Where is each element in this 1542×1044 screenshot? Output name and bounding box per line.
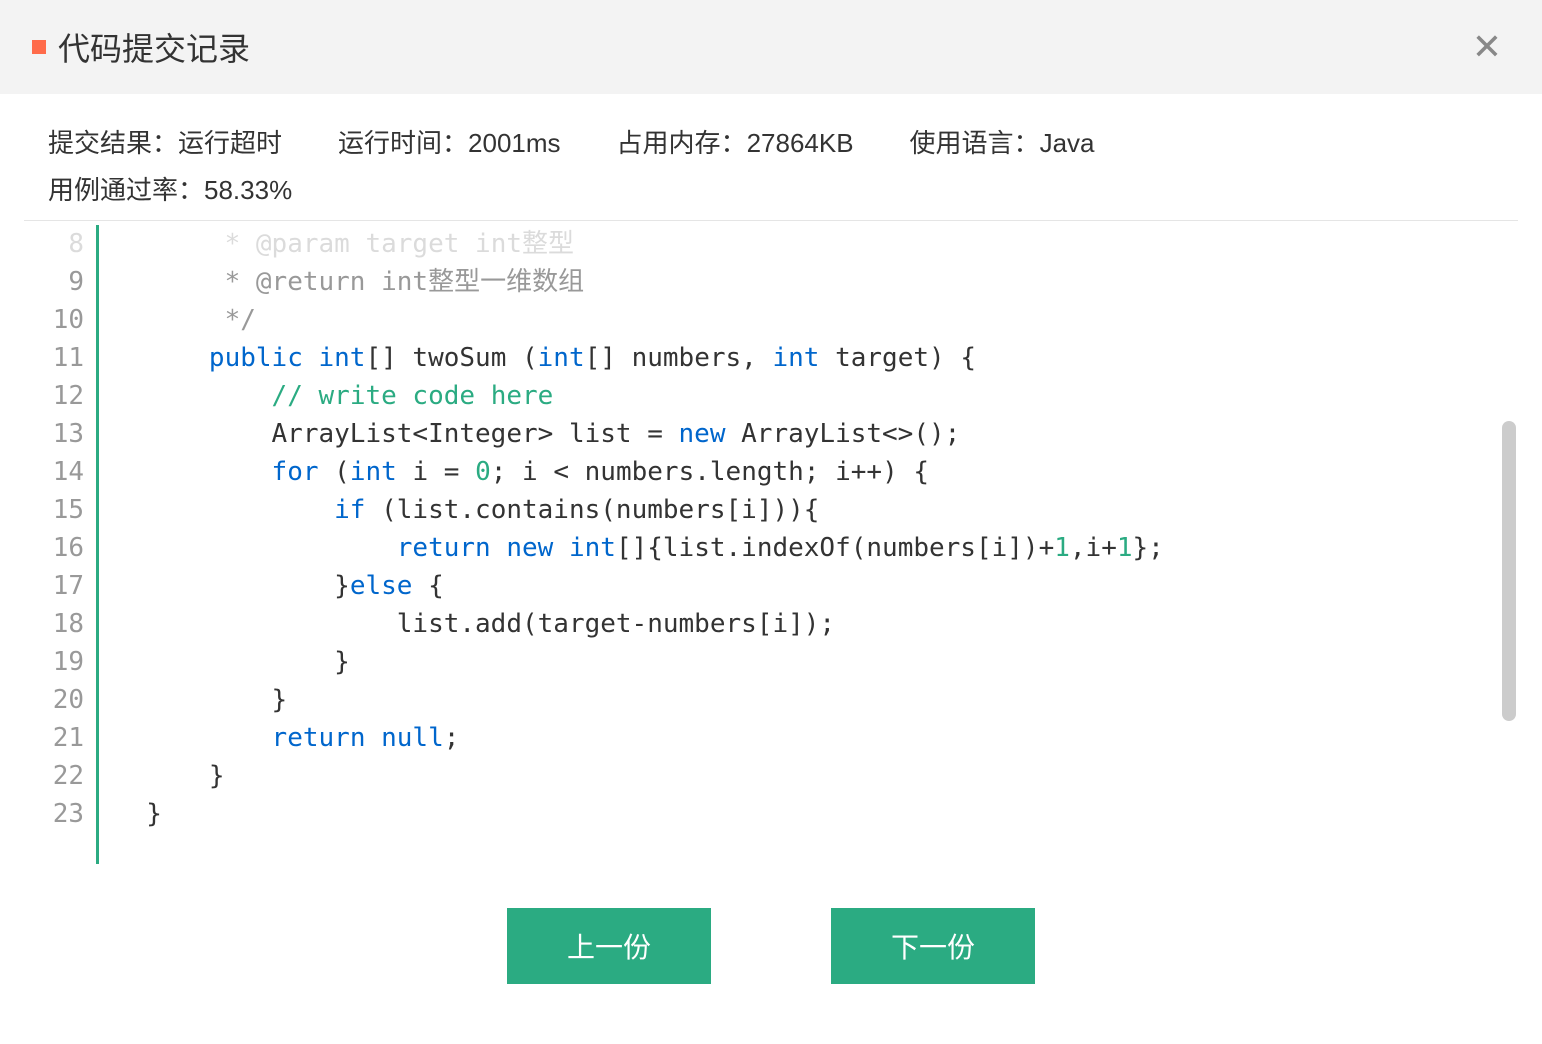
language-info: 使用语言：Java [910, 120, 1095, 167]
code-editor[interactable]: 891011121314151617181920212223 * @param … [24, 220, 1518, 868]
line-number: 20 [24, 681, 84, 719]
line-number: 10 [24, 301, 84, 339]
button-bar: 上一份 下一份 [0, 868, 1542, 1044]
line-number: 18 [24, 605, 84, 643]
passrate-info: 用例通过率：58.33% [48, 167, 292, 214]
line-number: 21 [24, 719, 84, 757]
info-row-1: 提交结果：运行超时 运行时间：2001ms 占用内存：27864KB 使用语言：… [48, 120, 1494, 167]
modal-header: 代码提交记录 ✕ [0, 0, 1542, 94]
code-line: * @return int整型一维数组 [115, 263, 1518, 301]
code-line: return new int[]{list.indexOf(numbers[i]… [115, 529, 1518, 567]
line-number: 9 [24, 263, 84, 301]
line-number: 19 [24, 643, 84, 681]
line-number: 23 [24, 795, 84, 833]
result-info: 提交结果：运行超时 [48, 120, 282, 167]
code-content: * @param target int整型 * @return int整型一维数… [99, 221, 1518, 868]
line-number: 12 [24, 377, 84, 415]
line-number: 14 [24, 453, 84, 491]
line-number: 17 [24, 567, 84, 605]
close-icon[interactable]: ✕ [1464, 25, 1510, 69]
prev-button[interactable]: 上一份 [507, 908, 711, 984]
code-line: public int[] twoSum (int[] numbers, int … [115, 339, 1518, 377]
runtime-value: 2001ms [468, 128, 561, 158]
modal-title-wrap: 代码提交记录 [32, 24, 250, 70]
code-line: return null; [115, 719, 1518, 757]
passrate-label: 用例通过率： [48, 175, 204, 205]
title-marker-icon [32, 40, 46, 54]
code-line: } [115, 757, 1518, 795]
submission-modal: 代码提交记录 ✕ 提交结果：运行超时 运行时间：2001ms 占用内存：2786… [0, 0, 1542, 1044]
code-line: } [115, 681, 1518, 719]
line-number: 16 [24, 529, 84, 567]
language-label: 使用语言： [910, 128, 1040, 158]
code-line: ArrayList<Integer> list = new ArrayList<… [115, 415, 1518, 453]
info-bar: 提交结果：运行超时 运行时间：2001ms 占用内存：27864KB 使用语言：… [0, 94, 1542, 220]
memory-label: 占用内存： [617, 128, 747, 158]
result-value: 运行超时 [178, 128, 282, 158]
code-line: }else { [115, 567, 1518, 605]
memory-info: 占用内存：27864KB [617, 120, 854, 167]
info-row-2: 用例通过率：58.33% [48, 167, 1494, 214]
result-label: 提交结果： [48, 128, 178, 158]
code-line: list.add(target-numbers[i]); [115, 605, 1518, 643]
code-line: if (list.contains(numbers[i])){ [115, 491, 1518, 529]
modal-title: 代码提交记录 [58, 24, 250, 70]
code-line: // write code here [115, 377, 1518, 415]
runtime-label: 运行时间： [338, 128, 468, 158]
code-line: */ [115, 301, 1518, 339]
line-number: 15 [24, 491, 84, 529]
code-line: } [115, 643, 1518, 681]
code-line: for (int i = 0; i < numbers.length; i++)… [115, 453, 1518, 491]
scrollbar-track[interactable] [1502, 221, 1516, 868]
passrate-value: 58.33% [204, 175, 292, 205]
code-line: * @param target int整型 [115, 225, 1518, 263]
line-number: 22 [24, 757, 84, 795]
line-number-gutter: 891011121314151617181920212223 [24, 221, 96, 868]
line-number: 8 [24, 225, 84, 263]
code-line: } [115, 795, 1518, 833]
language-value: Java [1040, 128, 1095, 158]
scrollbar-thumb[interactable] [1502, 421, 1516, 721]
runtime-info: 运行时间：2001ms [338, 120, 561, 167]
memory-value: 27864KB [747, 128, 854, 158]
next-button[interactable]: 下一份 [831, 908, 1035, 984]
line-number: 13 [24, 415, 84, 453]
line-number: 11 [24, 339, 84, 377]
